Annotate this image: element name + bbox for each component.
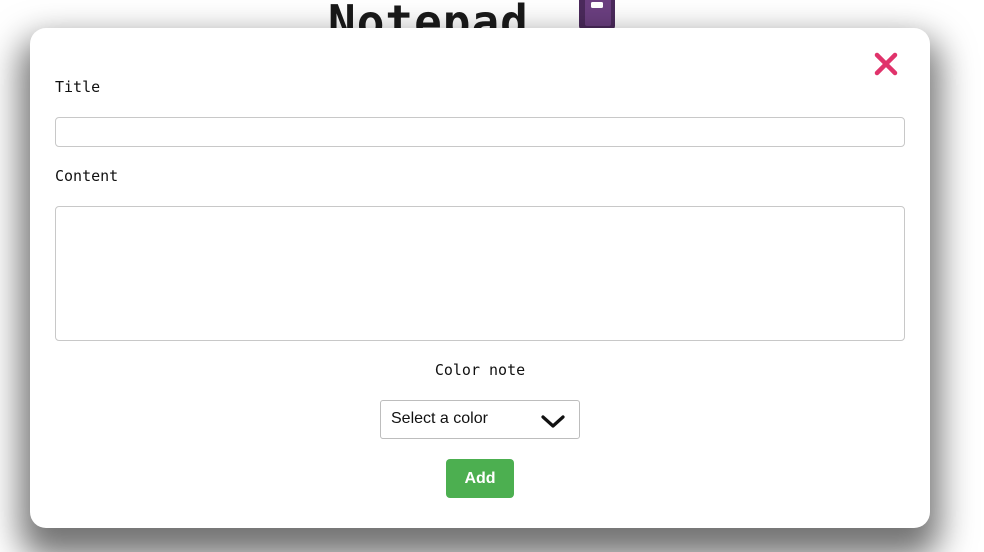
title-input[interactable] [55, 117, 905, 147]
add-button[interactable]: Add [446, 459, 514, 498]
color-select[interactable]: Select a color [380, 400, 580, 439]
color-note-label: Color note [434, 361, 526, 379]
content-textarea[interactable] [55, 206, 905, 341]
content-label: Content [55, 167, 119, 185]
add-note-modal: Title Content Color note Select a color … [30, 28, 930, 528]
close-icon [874, 52, 898, 76]
close-button[interactable] [872, 50, 900, 78]
color-select-value: Select a color [391, 410, 488, 427]
chevron-down-icon [541, 415, 565, 428]
title-label: Title [55, 78, 101, 96]
